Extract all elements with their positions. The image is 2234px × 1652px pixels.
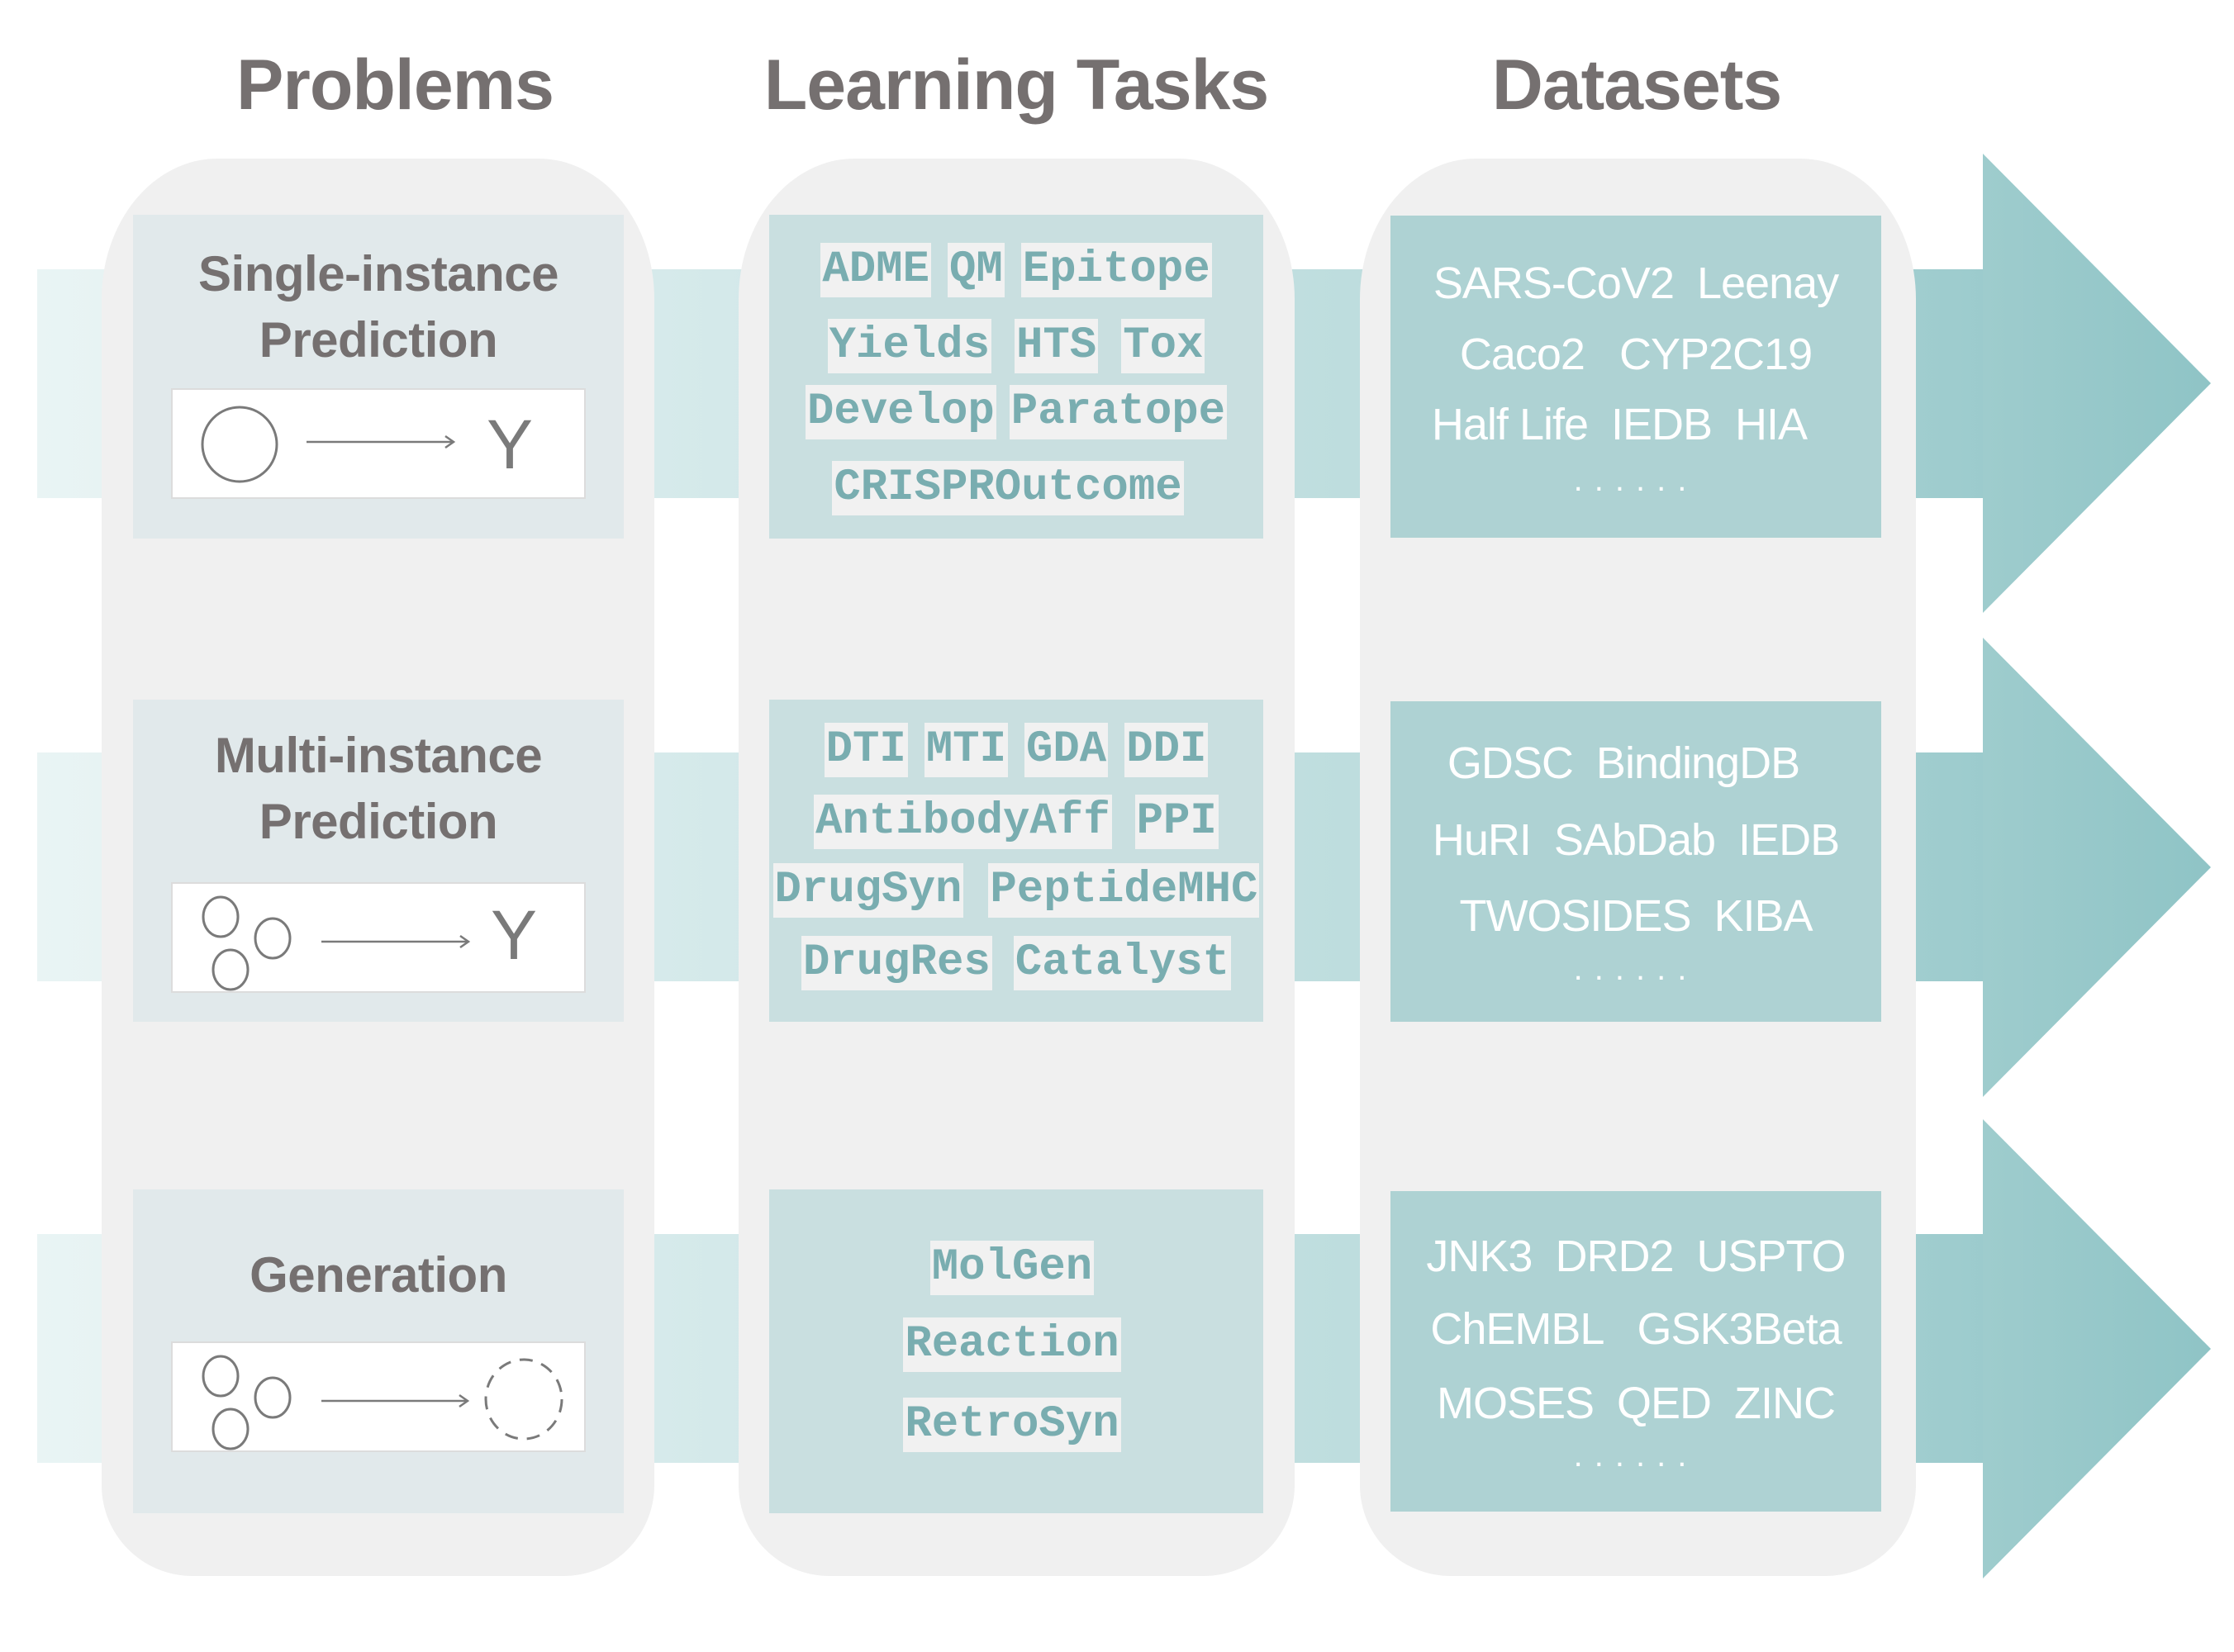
output-label-y: Y	[491, 896, 538, 974]
header-learning-tasks: Learning Tasks	[763, 45, 1270, 125]
task-chip-retrosyn[interactable]: RetroSyn	[903, 1398, 1121, 1452]
arrow-head-row-3	[1983, 1119, 2211, 1578]
dataset-more-ellipsis: ......	[1573, 1437, 1699, 1474]
dataset-line: Caco2 CYP2C19	[1459, 330, 1813, 379]
task-line: Reaction	[769, 1317, 1263, 1372]
problem-title-line1: Generation	[250, 1247, 507, 1303]
problem-card-multi-instance: Multi-instance Prediction Y	[133, 700, 624, 1022]
generated-dashed-circle-icon	[484, 1358, 563, 1441]
single-instance-diagram: Y	[171, 388, 586, 499]
dataset-more-ellipsis: ......	[1573, 462, 1699, 498]
arrow-head-row-2	[1983, 638, 2211, 1097]
dataset-line: ChEMBL GSK3Beta	[1430, 1304, 1842, 1354]
dataset-line: GDSC BindingDB	[1447, 738, 1800, 788]
task-line: CRISPROutcome	[769, 461, 1263, 515]
task-chip-qm[interactable]: QM	[947, 243, 1005, 297]
header-problems: Problems	[236, 45, 554, 125]
task-chip-ppi[interactable]: PPI	[1134, 795, 1219, 849]
input-circle-icon	[202, 895, 240, 938]
input-circle-icon	[202, 1355, 240, 1398]
task-chip-crispr-outcome[interactable]: CRISPROutcome	[832, 461, 1184, 515]
task-chip-dti[interactable]: DTI	[824, 723, 908, 777]
dataset-line: SARS-CoV2 Leenay	[1433, 259, 1839, 308]
task-chip-epitope[interactable]: Epitope	[1020, 243, 1212, 297]
dataset-card-single-instance: SARS-CoV2 Leenay Caco2 CYP2C19 Half Life…	[1390, 216, 1881, 538]
task-chip-develop[interactable]: Develop	[805, 385, 996, 439]
task-chip-mti[interactable]: MTI	[924, 723, 1008, 777]
input-circle-icon	[254, 1376, 292, 1419]
input-circle-icon	[201, 406, 278, 483]
task-line: MolGen	[769, 1241, 1263, 1295]
task-line: Develop Paratope	[769, 385, 1263, 439]
task-line: DTI MTI GDA DDI	[769, 723, 1263, 777]
arrow-head-row-1	[1983, 154, 2211, 613]
task-line: DrugRes Catalyst	[769, 936, 1263, 990]
task-line: DrugSyn PeptideMHC	[769, 863, 1263, 918]
input-circle-icon	[254, 917, 292, 960]
task-chip-reaction[interactable]: Reaction	[903, 1317, 1121, 1372]
task-line: AntibodyAff PPI	[769, 795, 1263, 849]
task-chip-hts[interactable]: HTS	[1015, 319, 1099, 373]
dataset-line: MOSES QED ZINC	[1436, 1379, 1836, 1428]
dataset-card-multi-instance: GDSC BindingDB HuRI SAbDab IEDB TWOSIDES…	[1390, 701, 1881, 1022]
task-card-multi-instance: DTI MTI GDA DDI AntibodyAff PPI DrugSyn …	[769, 700, 1263, 1022]
task-chip-molgen[interactable]: MolGen	[929, 1241, 1095, 1295]
task-card-generation: MolGen Reaction RetroSyn	[769, 1189, 1263, 1513]
problem-card-single-instance: Single-instance Prediction Y	[133, 215, 624, 539]
dataset-line: TWOSIDES KIBA	[1459, 891, 1813, 941]
input-circle-icon	[212, 948, 250, 991]
task-line: RetroSyn	[769, 1398, 1263, 1452]
task-line: Yields HTS Tox	[769, 319, 1263, 373]
problem-title-line1: Multi-instance	[214, 728, 543, 783]
task-chip-drug-res[interactable]: DrugRes	[801, 936, 992, 990]
task-chip-drug-syn[interactable]: DrugSyn	[772, 863, 964, 918]
generation-diagram	[171, 1341, 586, 1452]
task-chip-tox[interactable]: Tox	[1121, 319, 1205, 373]
task-chip-yields[interactable]: Yields	[827, 319, 991, 373]
problem-title-line2: Prediction	[259, 794, 498, 849]
task-chip-ddi[interactable]: DDI	[1124, 723, 1209, 777]
task-line: ADME QM Epitope	[769, 243, 1263, 297]
dataset-line: HuRI SAbDab IEDB	[1432, 815, 1840, 865]
problem-title-line2: Prediction	[259, 312, 498, 368]
task-chip-gda[interactable]: GDA	[1024, 723, 1109, 777]
input-circle-icon	[212, 1408, 250, 1450]
multi-instance-diagram: Y	[171, 882, 586, 993]
dataset-line: Half Life IEDB HIA	[1431, 400, 1808, 449]
dataset-line: JNK3 DRD2 USPTO	[1426, 1232, 1846, 1281]
output-label-y: Y	[487, 406, 534, 483]
dataset-more-ellipsis: ......	[1573, 951, 1699, 987]
problem-title-line1: Single-instance	[198, 246, 558, 301]
dataset-card-generation: JNK3 DRD2 USPTO ChEMBL GSK3Beta MOSES QE…	[1390, 1191, 1881, 1512]
task-chip-catalyst[interactable]: Catalyst	[1013, 936, 1232, 990]
header-datasets: Datasets	[1491, 45, 1783, 125]
task-chip-peptide-mhc[interactable]: PeptideMHC	[988, 863, 1260, 918]
task-chip-paratope[interactable]: Paratope	[1009, 385, 1228, 439]
task-chip-antibody-aff[interactable]: AntibodyAff	[814, 795, 1112, 849]
task-card-single-instance: ADME QM Epitope Yields HTS Tox Develop P…	[769, 215, 1263, 539]
problem-card-generation: Generation	[133, 1189, 624, 1513]
task-chip-adme[interactable]: ADME	[820, 243, 931, 297]
